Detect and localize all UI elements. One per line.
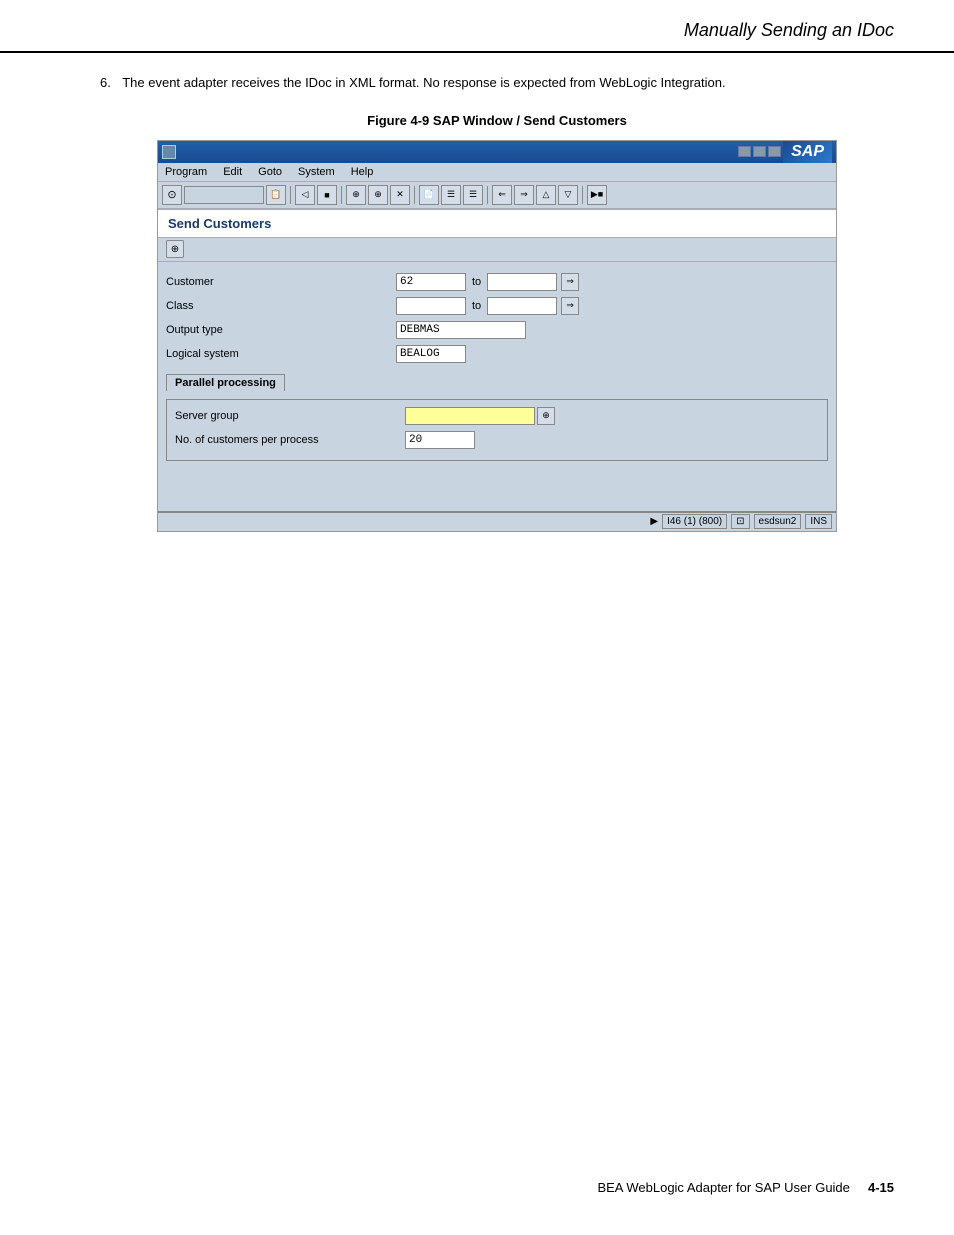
customers-per-process-input[interactable] xyxy=(405,431,475,449)
class-to-input[interactable] xyxy=(487,297,557,315)
logical-system-row: Logical system xyxy=(166,344,828,364)
toolbar-btn3[interactable]: ✕ xyxy=(390,185,410,205)
menu-help[interactable]: Help xyxy=(348,165,377,179)
toolbar-btn1[interactable]: ⊕ xyxy=(346,185,366,205)
restore-button[interactable] xyxy=(753,146,766,157)
class-arrow-btn[interactable]: ⇒ xyxy=(561,297,579,315)
close-button[interactable] xyxy=(768,146,781,157)
parallel-section-tab[interactable]: Parallel processing xyxy=(166,374,285,391)
toolbar-btn9[interactable]: △ xyxy=(536,185,556,205)
toolbar-nav-prev[interactable]: ◁ xyxy=(295,185,315,205)
content-area: 6. The event adapter receives the IDoc i… xyxy=(0,63,954,562)
window-controls xyxy=(738,146,781,157)
footer-page-num: 4-15 xyxy=(868,1180,894,1195)
customers-per-process-label: No. of customers per process xyxy=(175,434,405,446)
server-group-row: Server group ⊕ xyxy=(175,406,819,426)
figure-caption: Figure 4-9 SAP Window / Send Customers xyxy=(100,113,894,128)
customers-per-process-row: No. of customers per process xyxy=(175,430,819,450)
sap-window: SAP Program Edit Goto System Help ⊙ 📋 ◁ … xyxy=(157,140,837,532)
minimize-button[interactable] xyxy=(738,146,751,157)
class-row: Class to ⇒ xyxy=(166,296,828,316)
page-header: Manually Sending an IDoc xyxy=(0,0,954,53)
menu-program[interactable]: Program xyxy=(162,165,210,179)
toolbar-expand[interactable]: ▶■ xyxy=(587,185,607,205)
customer-to-label: to xyxy=(472,276,481,288)
page-container: Manually Sending an IDoc 6. The event ad… xyxy=(0,0,954,1235)
sap-statusbar: ▶ I46 (1) (800) ⊡ esdsun2 INS xyxy=(158,511,836,531)
menu-goto[interactable]: Goto xyxy=(255,165,285,179)
sap-toolbar: ⊙ 📋 ◁ ■ ⊕ ⊕ ✕ 📄 ☰ ☰ ⇐ ⇒ △ ▽ ▶■ xyxy=(158,182,836,210)
separator1 xyxy=(290,186,291,204)
separator4 xyxy=(487,186,488,204)
status-item1: I46 (1) (800) xyxy=(662,514,727,529)
parallel-section-header: Parallel processing xyxy=(166,370,828,395)
customer-label: Customer xyxy=(166,276,396,288)
toolbar-save2[interactable]: ■ xyxy=(317,185,337,205)
separator5 xyxy=(582,186,583,204)
page-footer: BEA WebLogic Adapter for SAP User Guide … xyxy=(597,1180,894,1195)
output-type-row: Output type xyxy=(166,320,828,340)
customer-arrow-btn[interactable]: ⇒ xyxy=(561,273,579,291)
menu-edit[interactable]: Edit xyxy=(220,165,245,179)
sap-form: Customer to ⇒ Class to ⇒ Output type xyxy=(158,262,836,471)
toolbar-btn7[interactable]: ⇐ xyxy=(492,185,512,205)
parallel-section-body: Server group ⊕ No. of customers per proc… xyxy=(166,399,828,461)
server-group-label: Server group xyxy=(175,410,405,422)
sap-content-header: Send Customers xyxy=(158,210,836,238)
step-number: 6. xyxy=(100,75,111,90)
server-group-icon-btn[interactable]: ⊕ xyxy=(537,407,555,425)
class-from-input[interactable] xyxy=(396,297,466,315)
step-text: 6. The event adapter receives the IDoc i… xyxy=(100,73,894,93)
footer-text: BEA WebLogic Adapter for SAP User Guide xyxy=(597,1180,849,1195)
back-btn[interactable]: ⊙ xyxy=(162,185,182,205)
sap-action-bar: ⊕ xyxy=(158,238,836,262)
logical-system-input[interactable] xyxy=(396,345,466,363)
separator3 xyxy=(414,186,415,204)
separator2 xyxy=(341,186,342,204)
sap-titlebar: SAP xyxy=(158,141,836,163)
toolbar-btn4[interactable]: 📄 xyxy=(419,185,439,205)
toolbar-save[interactable]: 📋 xyxy=(266,185,286,205)
sap-window-title: Send Customers xyxy=(168,216,271,231)
server-group-input[interactable] xyxy=(405,407,535,425)
toolbar-btn2[interactable]: ⊕ xyxy=(368,185,388,205)
action-execute-icon[interactable]: ⊕ xyxy=(166,240,184,258)
status-arrow: ▶ xyxy=(650,516,658,527)
page-title: Manually Sending an IDoc xyxy=(684,20,894,41)
toolbar-btn6[interactable]: ☰ xyxy=(463,185,483,205)
status-item3: esdsun2 xyxy=(754,514,802,529)
class-to-label: to xyxy=(472,300,481,312)
status-item4: INS xyxy=(805,514,832,529)
customer-to-input[interactable] xyxy=(487,273,557,291)
output-type-input[interactable] xyxy=(396,321,526,339)
step-content: The event adapter receives the IDoc in X… xyxy=(122,75,725,90)
class-label: Class xyxy=(166,300,396,312)
command-field[interactable] xyxy=(184,186,264,204)
customer-row: Customer to ⇒ xyxy=(166,272,828,292)
toolbar-btn8[interactable]: ⇒ xyxy=(514,185,534,205)
titlebar-right: SAP xyxy=(738,141,832,163)
menu-system[interactable]: System xyxy=(295,165,338,179)
logical-system-label: Logical system xyxy=(166,348,396,360)
toolbar-btn5[interactable]: ☰ xyxy=(441,185,461,205)
sap-menubar: Program Edit Goto System Help xyxy=(158,163,836,182)
sap-logo: SAP xyxy=(783,141,832,163)
output-type-label: Output type xyxy=(166,324,396,336)
status-item2: ⊡ xyxy=(731,514,749,529)
titlebar-left xyxy=(162,145,182,159)
titlebar-app-icon xyxy=(162,145,176,159)
toolbar-btn10[interactable]: ▽ xyxy=(558,185,578,205)
customer-from-input[interactable] xyxy=(396,273,466,291)
